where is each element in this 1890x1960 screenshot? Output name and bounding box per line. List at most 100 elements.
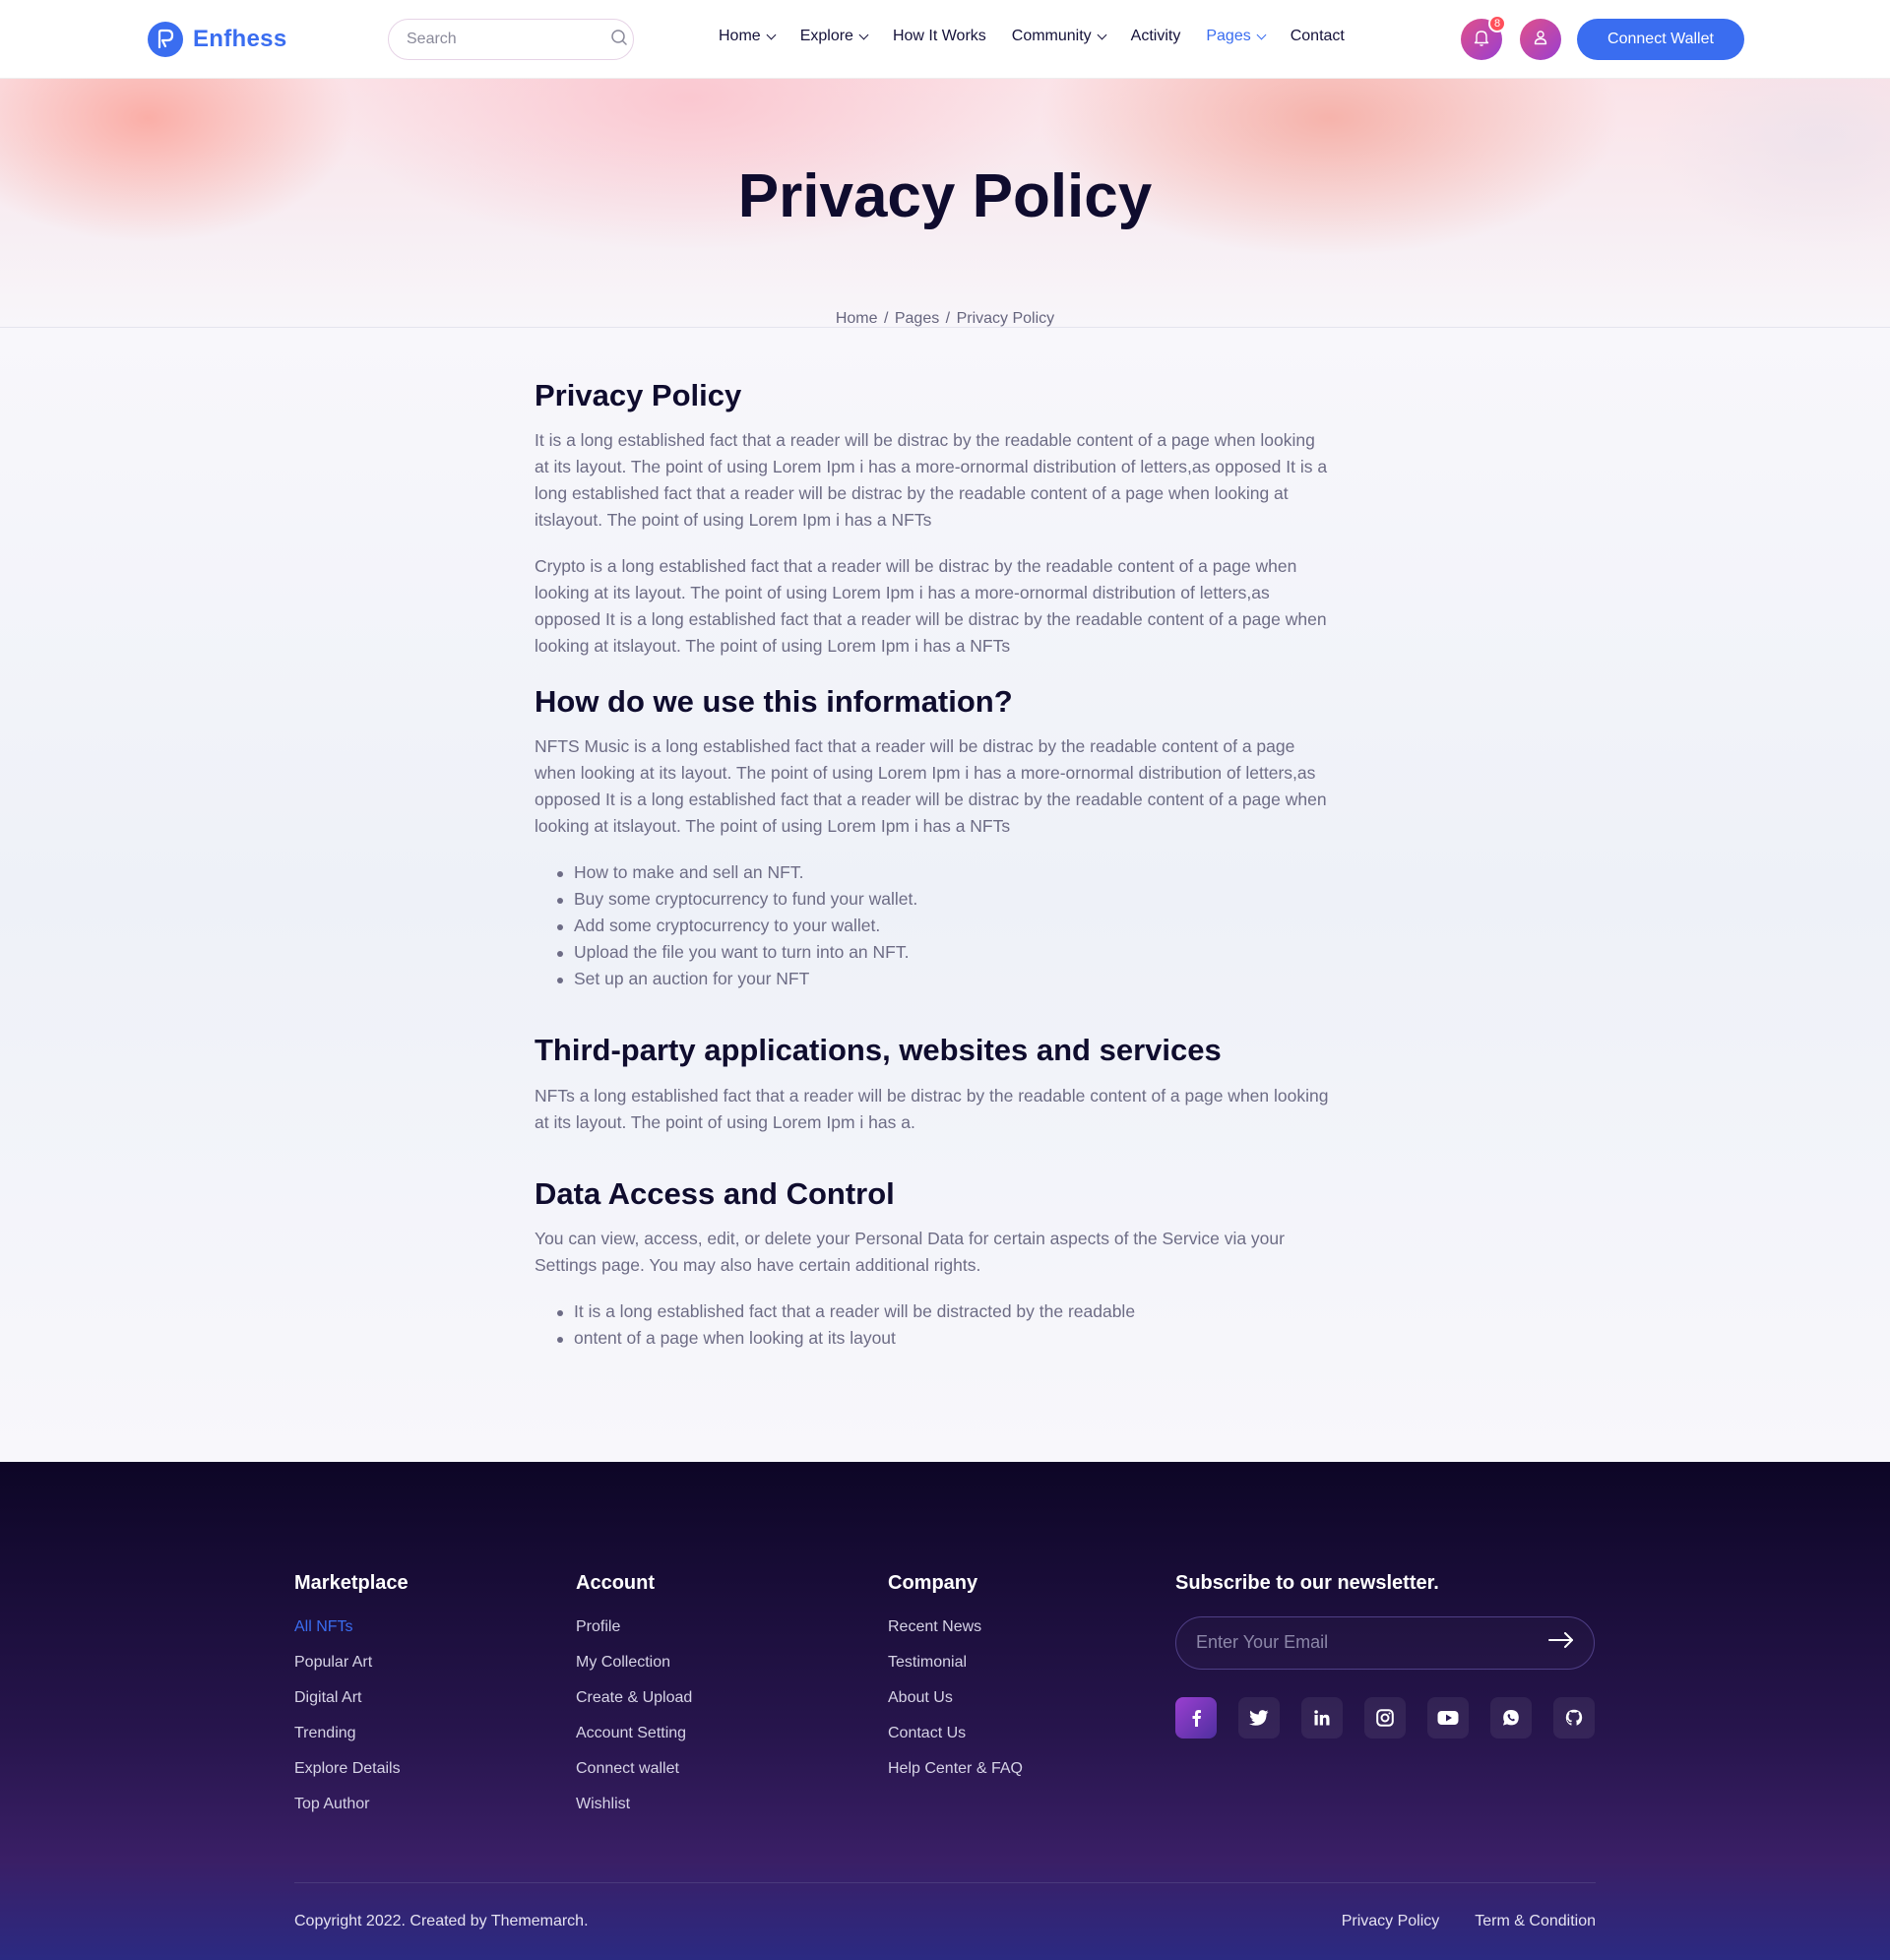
footer-link[interactable]: Wishlist — [576, 1794, 692, 1814]
footer-heading: Account — [576, 1571, 655, 1594]
list-item: ontent of a page when looking at its lay… — [557, 1325, 1332, 1352]
footer-link[interactable]: Account Setting — [576, 1723, 692, 1743]
section-third-party: Third-party applications, websites and s… — [535, 1032, 1332, 1135]
breadcrumb: Home / Pages / Privacy Policy — [835, 310, 1055, 327]
breadcrumb-pages[interactable]: Pages — [895, 310, 939, 327]
newsletter-form — [1175, 1615, 1595, 1670]
nav-pages[interactable]: Pages — [1206, 28, 1267, 45]
user-icon — [1533, 30, 1548, 50]
footer-link[interactable]: Connect wallet — [576, 1758, 692, 1779]
section-heading: Data Access and Control — [535, 1175, 895, 1211]
footer-link[interactable]: Trending — [294, 1723, 409, 1743]
page-title: Privacy Policy — [737, 162, 1153, 230]
newsletter-email-input[interactable] — [1196, 1632, 1548, 1654]
footer-col-company: Company Recent News Testimonial About Us… — [888, 1572, 1023, 1794]
section-paragraph: NFTS Music is a long established fact th… — [535, 736, 1327, 837]
section-how-we-use: How do we use this information? NFTS Mus… — [535, 683, 1332, 992]
footer-divider — [294, 1881, 1596, 1883]
section-paragraph: Crypto is a long established fact that a… — [535, 556, 1327, 657]
site-header: Enfhess Home Explore How It Works Commun… — [0, 0, 1890, 79]
footer-heading: Company — [888, 1571, 978, 1594]
section-paragraph: NFTs a long established fact that a read… — [535, 1085, 1329, 1132]
nav-community[interactable]: Community — [1011, 28, 1107, 45]
brand-name: Enfhess — [193, 26, 287, 52]
newsletter: Subscribe to our newsletter. — [1175, 1572, 1595, 1739]
nav-label: Community — [1011, 28, 1092, 44]
arrow-right-icon[interactable] — [1548, 1632, 1574, 1653]
twitter-icon[interactable] — [1238, 1696, 1280, 1739]
footer-link[interactable]: Explore Details — [294, 1758, 409, 1779]
footer-link[interactable]: Testimonial — [888, 1652, 1023, 1673]
footer-link[interactable]: My Collection — [576, 1652, 692, 1673]
search-input[interactable] — [407, 31, 610, 48]
footer-link[interactable]: Top Author — [294, 1794, 409, 1814]
section-data-access: Data Access and Control You can view, ac… — [535, 1175, 1332, 1352]
logo-icon — [148, 22, 183, 57]
privacy-policy-link[interactable]: Privacy Policy — [1342, 1913, 1440, 1930]
nav-explore[interactable]: Explore — [799, 28, 869, 45]
logo[interactable]: Enfhess — [148, 22, 286, 57]
bullet-list: How to make and sell an NFT. Buy some cr… — [557, 859, 1332, 992]
footer-link[interactable]: About Us — [888, 1687, 1023, 1708]
newsletter-heading: Subscribe to our newsletter. — [1175, 1571, 1439, 1594]
facebook-icon[interactable] — [1175, 1696, 1217, 1739]
bell-icon — [1474, 29, 1489, 51]
youtube-icon[interactable] — [1427, 1696, 1469, 1739]
footer-col-marketplace: Marketplace All NFTs Popular Art Digital… — [294, 1572, 409, 1829]
policy-article: Privacy Policy It is a long established … — [535, 377, 1332, 1352]
nav-label: How It Works — [892, 28, 986, 44]
instagram-icon[interactable] — [1364, 1696, 1406, 1739]
nav-label: Home — [719, 28, 761, 44]
nav-activity[interactable]: Activity — [1131, 28, 1181, 45]
list-item: Buy some cryptocurrency to fund your wal… — [557, 886, 1332, 913]
chevron-down-icon — [858, 30, 869, 39]
nav-contact[interactable]: Contact — [1291, 28, 1345, 45]
section-privacy-policy: Privacy Policy It is a long established … — [535, 377, 1332, 660]
list-item: Upload the file you want to turn into an… — [557, 939, 1332, 966]
nav-how-it-works[interactable]: How It Works — [893, 28, 986, 45]
copyright-text: Copyright 2022. Created by Thememarch. — [294, 1912, 589, 1929]
terms-link[interactable]: Term & Condition — [1475, 1913, 1596, 1930]
chevron-down-icon — [766, 30, 777, 39]
notifications-button[interactable]: 8 — [1461, 15, 1506, 60]
chevron-down-icon — [1097, 30, 1107, 39]
main-nav: Home Explore How It Works Community Acti… — [719, 28, 1370, 45]
footer-link[interactable]: Digital Art — [294, 1687, 409, 1708]
linkedin-icon[interactable] — [1301, 1696, 1343, 1739]
user-account-button[interactable] — [1520, 19, 1561, 60]
footer-link[interactable]: Contact Us — [888, 1723, 1023, 1743]
whatsapp-icon[interactable] — [1490, 1696, 1532, 1739]
breadcrumb-home[interactable]: Home — [836, 310, 878, 327]
footer-heading: Marketplace — [294, 1571, 409, 1594]
footer-link[interactable]: Popular Art — [294, 1652, 409, 1673]
section-heading: How do we use this information? — [535, 684, 1013, 720]
list-item: Set up an auction for your NFT — [557, 966, 1332, 992]
footer-col-account: Account Profile My Collection Create & U… — [576, 1572, 692, 1829]
main-content: Privacy Policy It is a long established … — [0, 328, 1890, 1462]
site-footer: Marketplace All NFTs Popular Art Digital… — [0, 1461, 1890, 1960]
footer-link[interactable]: Help Center & FAQ — [888, 1758, 1023, 1779]
section-paragraph: You can view, access, edit, or delete yo… — [535, 1228, 1285, 1275]
nav-label: Contact — [1290, 28, 1345, 44]
section-heading: Privacy Policy — [535, 378, 742, 412]
search-box[interactable] — [388, 19, 634, 60]
list-item: How to make and sell an NFT. — [557, 859, 1332, 886]
footer-link[interactable]: Profile — [576, 1616, 692, 1637]
search-icon[interactable] — [610, 29, 628, 51]
footer-link[interactable]: All NFTs — [294, 1616, 409, 1637]
chevron-down-icon — [1256, 30, 1267, 39]
nav-label: Explore — [799, 28, 853, 44]
section-heading: Third-party applications, websites and s… — [535, 1033, 1222, 1068]
nav-label: Activity — [1130, 28, 1181, 44]
github-icon[interactable] — [1553, 1696, 1595, 1739]
social-links — [1175, 1696, 1595, 1739]
page-banner: Privacy Policy Home / Pages / Privacy Po… — [0, 79, 1890, 328]
notification-badge: 8 — [1488, 15, 1506, 32]
bullet-list: It is a long established fact that a rea… — [557, 1298, 1332, 1352]
footer-link[interactable]: Recent News — [888, 1616, 1023, 1637]
nav-home[interactable]: Home — [719, 28, 777, 45]
connect-wallet-button[interactable]: Connect Wallet — [1577, 19, 1744, 60]
footer-link[interactable]: Create & Upload — [576, 1687, 692, 1708]
list-item: It is a long established fact that a rea… — [557, 1298, 1332, 1325]
nav-label: Pages — [1206, 28, 1251, 44]
